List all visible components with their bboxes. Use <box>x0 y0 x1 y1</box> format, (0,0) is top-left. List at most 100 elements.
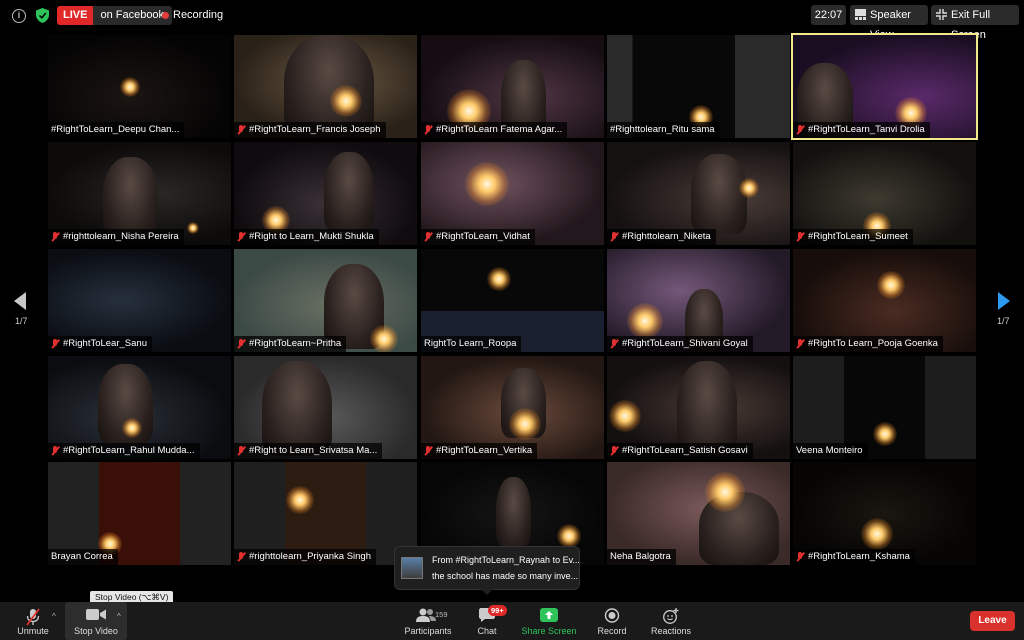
candle-light <box>187 222 199 234</box>
participant-video-tile[interactable]: #RightToLearn_Deepu Chan... <box>48 35 231 138</box>
chat-notification-popup[interactable]: From #RightToLearn_Raynah to Ev... the s… <box>394 546 580 595</box>
participant-nameplate: #RightToLearn_Francis Joseph <box>234 122 386 138</box>
participants-count: 159 <box>435 610 448 619</box>
record-label: Record <box>597 626 627 636</box>
speaker-view-button[interactable]: Speaker View <box>850 5 928 41</box>
participant-name: #Right to Learn_Srivatsa Ma... <box>249 445 378 456</box>
stop-video-button[interactable]: Stop Video <box>65 602 127 640</box>
meeting-toolbar: Unmute ^ Stop Video ^ 159 Participants 9… <box>0 602 1024 640</box>
participant-nameplate: #RightToLearn_Tanvi Drolia <box>793 122 930 138</box>
participant-nameplate: Brayan Correa <box>48 549 118 565</box>
participant-video-tile[interactable]: #RightToLearn_Vertika <box>421 356 604 459</box>
participant-video-tile[interactable]: RightTo Learn_Roopa <box>421 249 604 352</box>
share-screen-icon <box>540 608 558 622</box>
candle-light <box>330 85 362 117</box>
participant-nameplate: #RightToLearn_Sumeet <box>793 229 913 245</box>
participant-silhouette <box>324 152 374 232</box>
unmute-button[interactable]: Unmute <box>10 602 56 640</box>
previous-page-arrow-icon[interactable] <box>14 292 26 310</box>
participant-name: #RightToLearn_Vertika <box>436 445 533 456</box>
participant-video-tile[interactable]: #Righttolearn_Ritu sama <box>607 35 790 138</box>
participant-video-tile[interactable]: #Right to Learn_Mukti Shukla <box>234 142 417 245</box>
reactions-button[interactable]: Reactions <box>648 602 694 640</box>
participant-video-tile[interactable]: #RightToLearn_Tanvi Drolia <box>791 33 978 140</box>
audio-options-chevron-icon[interactable]: ^ <box>52 612 56 621</box>
participants-label: Participants <box>404 626 452 636</box>
mic-muted-icon <box>237 125 245 135</box>
participant-nameplate: #RightToLear_Sanu <box>48 336 152 352</box>
candle-light <box>487 267 511 291</box>
participant-nameplate: #RightToLearn~Pritha <box>234 336 347 352</box>
chat-button[interactable]: 99+ Chat <box>472 602 507 640</box>
candle-light <box>873 422 897 446</box>
participant-nameplate: Neha Balgotra <box>607 549 676 565</box>
mic-muted-icon <box>51 339 59 349</box>
participant-name: #RightToLearn_Kshama <box>808 551 910 562</box>
mic-muted-icon <box>610 232 618 242</box>
record-button[interactable]: Record <box>594 602 630 640</box>
participant-video-tile[interactable]: Neha Balgotra <box>607 462 790 565</box>
participant-name: #Right to Learn_Mukti Shukla <box>249 231 374 242</box>
participant-video-tile[interactable]: #Righttolearn_Niketa <box>607 142 790 245</box>
participant-name: #RightToLearn_Deepu Chan... <box>51 124 180 135</box>
mic-muted-icon <box>796 125 804 135</box>
participant-video-tile[interactable]: #RightToLearn_Sumeet <box>793 142 976 245</box>
candle-light <box>120 77 140 97</box>
participant-video-tile[interactable]: #Right to Learn_Srivatsa Ma... <box>234 356 417 459</box>
exit-fullscreen-button[interactable]: Exit Full Screen <box>931 5 1019 41</box>
participant-nameplate: #RightToLearn_Rahul Mudda... <box>48 443 200 459</box>
participant-silhouette <box>103 157 158 237</box>
video-options-chevron-icon[interactable]: ^ <box>117 612 121 621</box>
live-stream-badge[interactable]: LIVE on Facebook <box>57 6 173 25</box>
mic-muted-icon <box>237 339 245 349</box>
grid-view-icon <box>855 9 866 20</box>
candle-light <box>609 400 641 432</box>
candle-light <box>861 518 893 550</box>
participant-name: RightTo Learn_Roopa <box>424 338 517 349</box>
candle-light <box>122 418 142 438</box>
participant-video-tile[interactable]: #RightToLearn Fatema Agar... <box>421 35 604 138</box>
mic-muted-icon <box>796 232 804 242</box>
next-page-arrow-icon[interactable] <box>998 292 1010 310</box>
candle-light <box>509 408 541 440</box>
candle-light <box>370 325 398 352</box>
chat-notification-message: the school has made so many inve... <box>432 571 579 581</box>
participant-video-tile[interactable]: #RightToLearn_Rahul Mudda... <box>48 356 231 459</box>
participant-video-tile[interactable]: #RightToLearn_Vidhat <box>421 142 604 245</box>
recording-indicator[interactable]: Recording <box>162 9 223 21</box>
participant-video-tile[interactable]: Brayan Correa <box>48 462 231 565</box>
participant-video-tile[interactable]: #righttolearn_Nisha Pereira <box>48 142 231 245</box>
info-icon[interactable]: i <box>12 9 26 23</box>
participants-button[interactable]: 159 Participants <box>400 602 456 640</box>
candle-light <box>465 162 509 206</box>
participant-nameplate: #Right to Learn_Srivatsa Ma... <box>234 443 383 459</box>
participant-video-tile[interactable]: #righttolearn_Priyanka Singh <box>234 462 417 565</box>
mic-muted-icon <box>237 446 245 456</box>
participant-video-tile[interactable]: #RightToLearn_Francis Joseph <box>234 35 417 138</box>
leave-button[interactable]: Leave <box>970 611 1015 631</box>
participant-video-tile[interactable]: #RightToLearn_Shivani Goyal <box>607 249 790 352</box>
participant-name: #RightToLearn_Tanvi Drolia <box>808 124 925 135</box>
participant-video-tile[interactable]: #RightToLearn~Pritha <box>234 249 417 352</box>
video-camera-icon <box>86 609 106 620</box>
participant-video-tile[interactable]: Veena Monteiro <box>793 356 976 459</box>
mic-muted-icon <box>424 446 432 456</box>
mic-muted-icon <box>796 552 804 562</box>
shield-icon[interactable] <box>36 8 49 23</box>
participant-name: #Righttolearn_Ritu sama <box>610 124 715 135</box>
stop-video-label: Stop Video <box>74 626 118 636</box>
participant-video-tile[interactable]: #RightTo Learn_Pooja Goenka <box>793 249 976 352</box>
chat-popup-tail <box>481 589 493 595</box>
participant-nameplate: #righttolearn_Nisha Pereira <box>48 229 184 245</box>
participant-name: #RightToLearn Fatema Agar... <box>436 124 563 135</box>
candle-light <box>286 486 314 514</box>
participant-name: Brayan Correa <box>51 551 113 562</box>
candle-light <box>739 178 759 198</box>
gallery-grid: #RightToLearn_Deepu Chan... #RightToLearn… <box>48 33 978 567</box>
participant-video-tile[interactable]: #RightToLearn_Kshama <box>793 462 976 565</box>
share-screen-button[interactable]: Share Screen <box>518 602 580 640</box>
participant-video-tile[interactable]: #RightToLearn_Satish Gosavi <box>607 356 790 459</box>
participant-video-tile[interactable]: #RightToLear_Sanu <box>48 249 231 352</box>
participant-name: #RightTo Learn_Pooja Goenka <box>808 338 938 349</box>
participant-nameplate: #RightToLearn_Shivani Goyal <box>607 336 753 352</box>
